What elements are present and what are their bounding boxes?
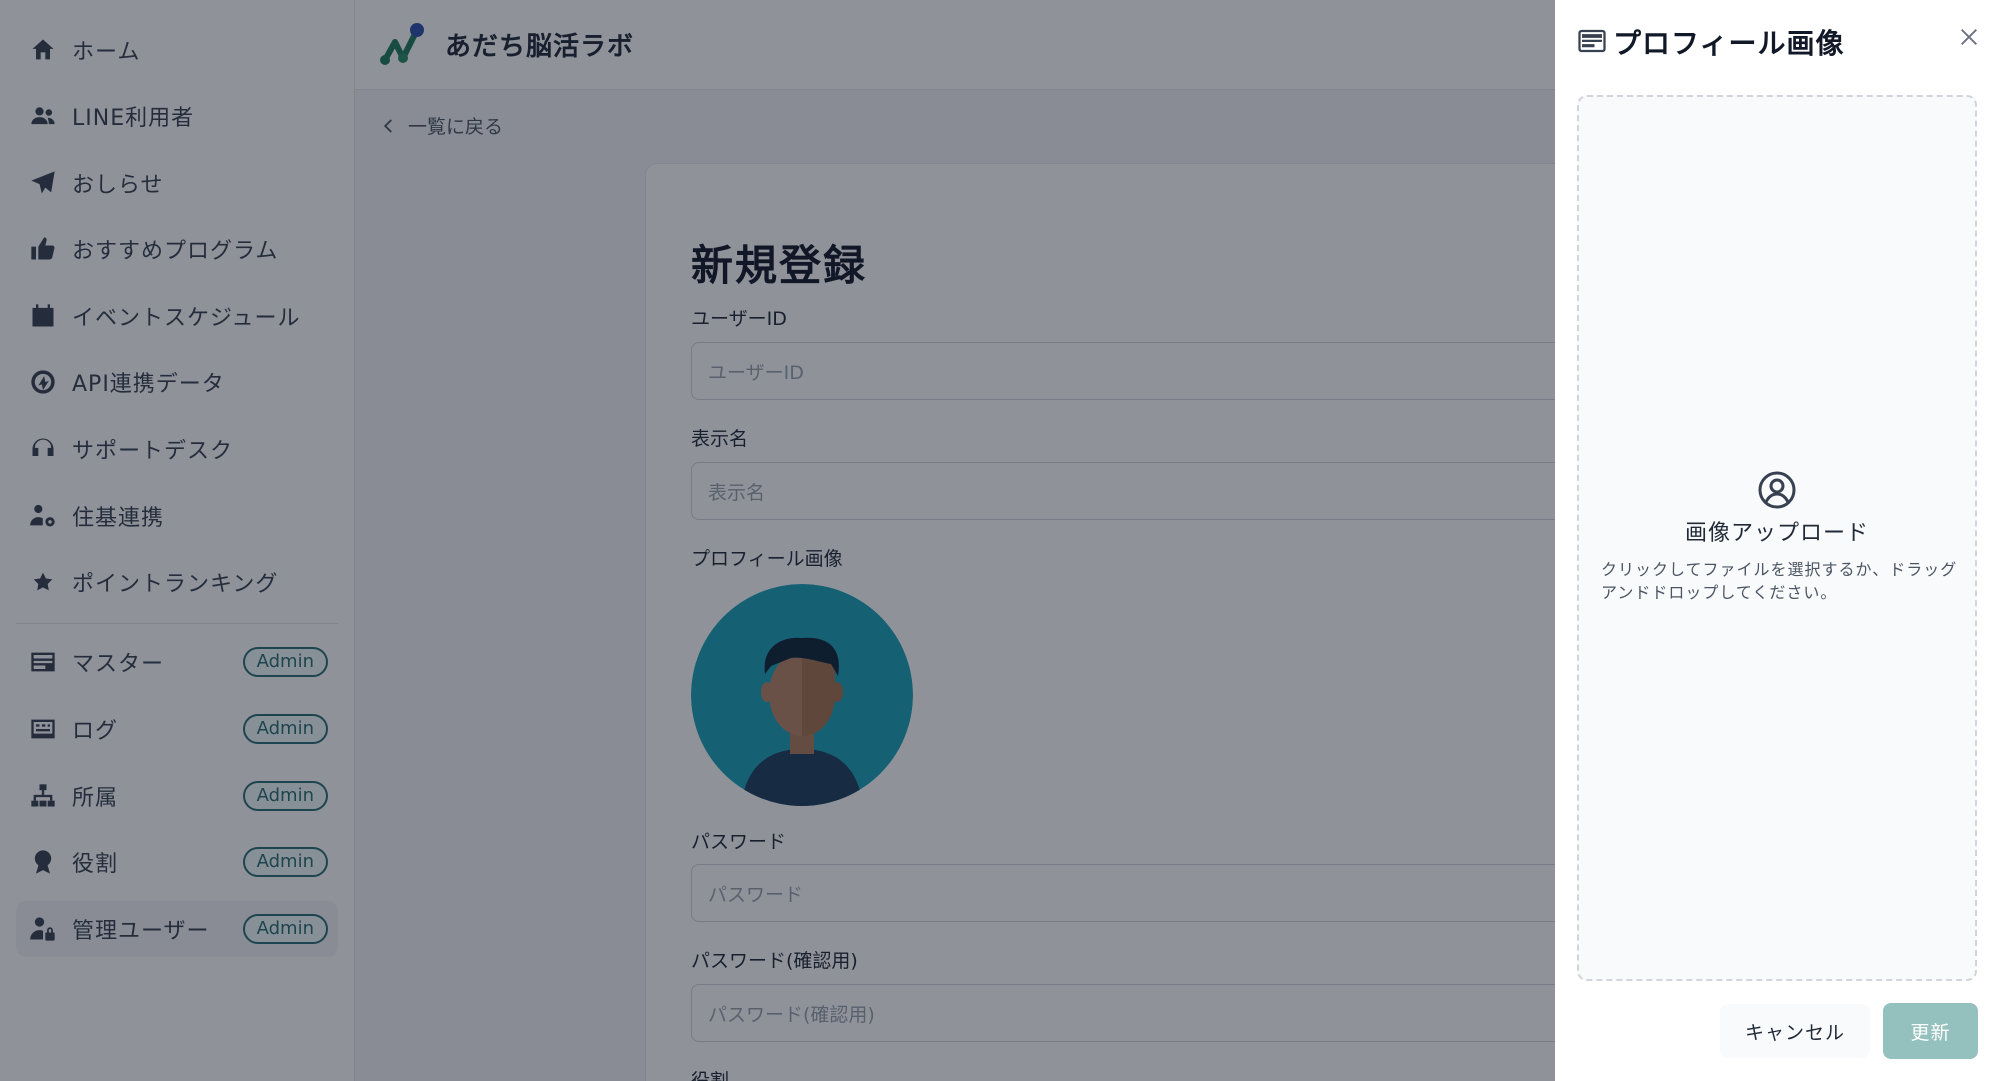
- image-dropzone[interactable]: 画像アップロード クリックしてファイルを選択するか、ドラッグアンドドロップしてく…: [1577, 95, 1977, 981]
- update-button[interactable]: 更新: [1883, 1003, 1978, 1059]
- upload-description: クリックしてファイルを選択するか、ドラッグアンドドロップしてください。: [1601, 560, 1958, 602]
- upload-title: 画像アップロード: [1684, 521, 1869, 546]
- close-icon: [1961, 29, 1977, 45]
- profile-image-drawer: プロフィール画像 画像アップロード クリックしてファイルを選択するか、ドラッグア…: [1555, 0, 2000, 1081]
- master-icon: [1578, 29, 1606, 53]
- modal-backdrop[interactable]: [0, 0, 1555, 1081]
- close-button[interactable]: [1954, 22, 1984, 52]
- drawer-title: プロフィール画像: [1613, 27, 1845, 60]
- cancel-button[interactable]: キャンセル: [1720, 1004, 1870, 1058]
- user-circle-icon: [1758, 471, 1796, 509]
